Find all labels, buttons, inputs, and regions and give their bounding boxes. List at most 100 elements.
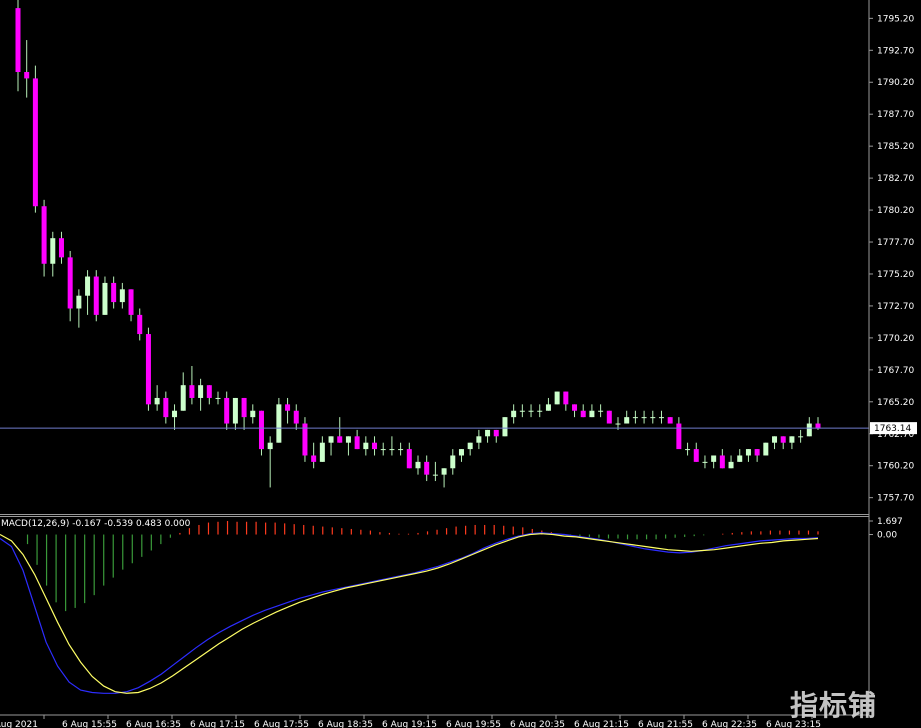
candle-body [650, 417, 656, 419]
candle-body [58, 238, 64, 258]
chart-canvas: 1795.20 1792.70 1790.20 1787.70 1785.20 1782.… [0, 0, 921, 728]
candle-body [772, 436, 778, 443]
price-tick-label: 1765.20 [877, 398, 914, 408]
price-tick-label: 1787.70 [877, 110, 914, 120]
price-tick-label: 1782.70 [877, 174, 914, 184]
price-tick-label: 1780.20 [877, 206, 914, 216]
time-tick-label: 6 Aug 18:35 [318, 720, 373, 728]
candle-body [502, 417, 508, 437]
time-tick-label: 6 Aug 19:15 [382, 720, 437, 728]
candle-body [67, 257, 73, 309]
candle-body [632, 417, 638, 419]
candle-body [276, 404, 282, 443]
candle-body [598, 410, 604, 412]
candle-body [267, 442, 273, 450]
candle-body [415, 461, 421, 469]
candle-body [493, 429, 499, 437]
price-tick-label: 1792.70 [877, 46, 914, 56]
candle-body [311, 455, 317, 462]
candle-body [180, 385, 186, 411]
time-tick-label: 6 Aug 17:55 [254, 720, 309, 728]
current-price-label: 1763.14 [874, 424, 911, 434]
price-tick-label: 1772.70 [877, 302, 914, 312]
time-tick-label: 6 Aug 20:35 [510, 720, 565, 728]
candle-body [528, 410, 534, 412]
macd-indicator-label: MACD(12,26,9) -0.167 -0.539 0.483 0.000 [1, 519, 191, 529]
candle-body [424, 461, 430, 475]
candle-body [380, 449, 386, 451]
candle-body [458, 449, 464, 456]
candle-body [658, 417, 664, 419]
candle-body [406, 449, 412, 469]
candle-body [198, 385, 204, 398]
candle-body [224, 397, 230, 424]
time-tick-label: 6 Aug 22:35 [702, 720, 757, 728]
time-tick-label: 6 Aug 17:15 [190, 720, 245, 728]
time-tick-label: 6 Aug 15:55 [62, 720, 117, 728]
candle-body [41, 206, 47, 264]
candle-body [250, 410, 256, 418]
candle-body [111, 282, 117, 303]
price-tick-label: 1767.70 [877, 366, 914, 376]
price-tick-label: 1775.20 [877, 270, 914, 280]
candle-body [719, 455, 725, 469]
candle-body [258, 410, 264, 450]
candle-body [345, 436, 351, 443]
candle-body [137, 314, 143, 335]
candle-body [163, 397, 169, 418]
candle-body [806, 423, 812, 437]
candle-body [737, 455, 743, 462]
candle-body [685, 449, 691, 451]
candle-body [145, 334, 151, 405]
chart-background [0, 0, 921, 728]
candle-body [285, 404, 291, 411]
candle-body [641, 417, 647, 419]
candle-body [572, 404, 578, 411]
price-tick-label: 1790.20 [877, 78, 914, 88]
candle-body [589, 410, 595, 418]
price-tick-label: 1760.20 [877, 462, 914, 472]
candle-body [563, 391, 569, 405]
candle-body [206, 385, 212, 398]
candle-body [102, 282, 108, 315]
candle-body [789, 436, 795, 443]
candle-body [467, 442, 473, 450]
candle-body [615, 423, 621, 425]
candle-body [676, 423, 682, 450]
time-tick-label: 6 Aug 2021 [0, 720, 38, 728]
candle-body [398, 449, 404, 451]
candle-body [476, 436, 482, 443]
candle-body [372, 442, 378, 450]
candle-body [606, 410, 612, 424]
candle-body [763, 442, 769, 456]
candle-body [580, 410, 586, 418]
candle-body [545, 404, 551, 411]
candle-body [754, 449, 760, 456]
macd-tick-label: 0.00 [877, 531, 897, 541]
time-tick-label: 6 Aug 21:55 [638, 720, 693, 728]
candle-body [319, 442, 325, 462]
candle-body [93, 276, 99, 315]
price-tick-label: 1795.20 [877, 14, 914, 24]
candle-body [15, 8, 21, 73]
time-tick-label: 6 Aug 19:55 [446, 720, 501, 728]
time-tick-label: 6 Aug 16:35 [126, 720, 181, 728]
candle-body [241, 397, 247, 418]
candle-body [85, 276, 91, 296]
candle-body [232, 397, 238, 424]
candle-body [511, 410, 517, 418]
candle-body [667, 417, 673, 424]
candle-body [450, 455, 456, 469]
price-tick-label: 1785.20 [877, 142, 914, 152]
candle-body [293, 410, 299, 424]
candle-body [119, 289, 125, 303]
candle-body [128, 289, 134, 315]
candle-body [328, 436, 334, 443]
candle-body [485, 429, 491, 437]
candle-body [554, 391, 560, 405]
candle-body [363, 442, 369, 450]
candle-body [215, 397, 221, 399]
candle-body [172, 410, 178, 418]
candle-body [432, 474, 438, 476]
candle-body [519, 410, 525, 412]
